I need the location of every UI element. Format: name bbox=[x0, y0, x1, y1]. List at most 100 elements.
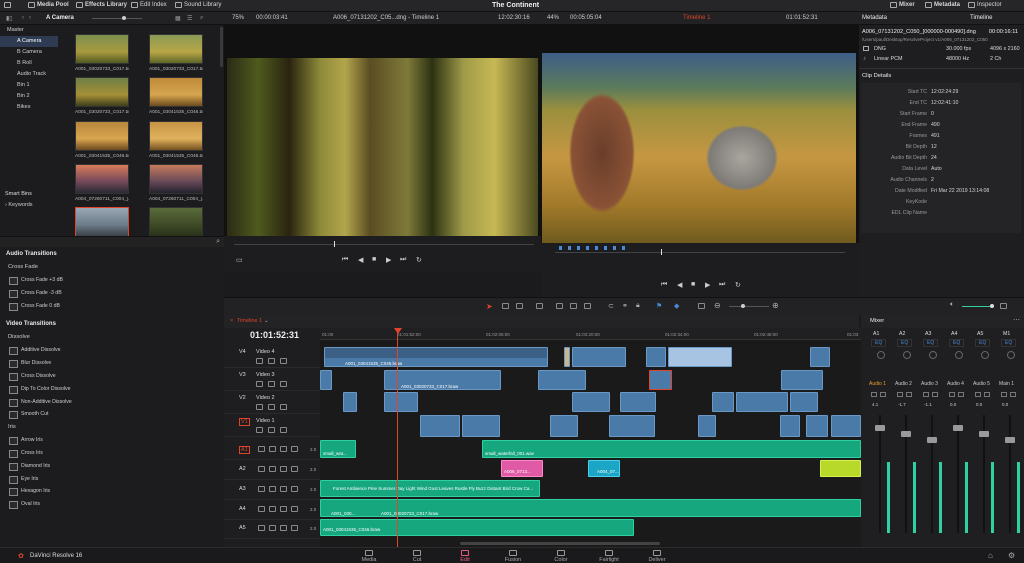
cross-fade-header[interactable]: Cross Fade bbox=[0, 261, 224, 274]
tab-fusion[interactable]: Fusion bbox=[498, 550, 528, 563]
zoom-in-icon[interactable]: ⊕ bbox=[772, 301, 779, 310]
mute-button[interactable] bbox=[871, 392, 877, 397]
mute-button[interactable] bbox=[291, 486, 298, 492]
solo-button[interactable] bbox=[280, 486, 287, 492]
fader-handle[interactable] bbox=[1005, 437, 1015, 443]
playhead[interactable] bbox=[397, 328, 398, 547]
tab-media[interactable]: Media bbox=[354, 550, 384, 563]
auto-select-icon[interactable] bbox=[269, 446, 276, 452]
metadata-button[interactable]: Metadata bbox=[925, 2, 960, 8]
auto-select-icon[interactable] bbox=[268, 404, 275, 410]
video-toggle-icon[interactable] bbox=[280, 404, 287, 410]
search-icon[interactable]: ⌕ bbox=[216, 238, 220, 246]
solo-button[interactable] bbox=[958, 392, 964, 397]
track-header[interactable]: A1 2.0 bbox=[224, 441, 320, 460]
master-volume-slider[interactable] bbox=[962, 304, 994, 308]
effect-item[interactable]: Hexagon Iris bbox=[0, 485, 224, 498]
effect-item[interactable]: Blur Dissolve bbox=[0, 357, 224, 370]
video-clip[interactable] bbox=[462, 415, 500, 437]
solo-button[interactable] bbox=[984, 392, 990, 397]
zoom-out-icon[interactable]: ⊖ bbox=[714, 301, 721, 310]
list-view-icon[interactable]: ▦ bbox=[175, 15, 181, 22]
video-toggle-icon[interactable] bbox=[280, 381, 287, 387]
next-frame-icon[interactable]: ⏭ bbox=[719, 281, 725, 289]
sound-library-button[interactable]: Sound Library bbox=[175, 2, 221, 8]
timeline-zoom-slider[interactable] bbox=[729, 304, 769, 308]
bin-b-camera[interactable]: B Camera bbox=[0, 47, 58, 58]
pan-knob[interactable] bbox=[929, 351, 937, 359]
snapping-icon[interactable]: ⊂ bbox=[608, 302, 614, 310]
clip-thumbnail[interactable]: A001_03041535_C046.br... bbox=[75, 121, 129, 165]
video-clip[interactable] bbox=[790, 392, 818, 412]
video-clip[interactable] bbox=[609, 415, 655, 437]
clip-thumbnail[interactable]: A004_07260711_C004_[... bbox=[149, 164, 203, 208]
solo-button[interactable] bbox=[880, 392, 886, 397]
audio-transitions-header[interactable]: Audio Transitions bbox=[0, 247, 224, 261]
clip-thumbnail[interactable]: A004_07260711_C004_[... bbox=[75, 164, 129, 208]
solo-button[interactable] bbox=[280, 506, 287, 512]
video-clip[interactable] bbox=[736, 392, 788, 412]
video-clip[interactable] bbox=[810, 347, 830, 367]
clip-details-header[interactable]: Clip Details bbox=[862, 73, 891, 79]
mute-button[interactable] bbox=[291, 506, 298, 512]
trim-tool-icon[interactable] bbox=[502, 303, 509, 309]
video-clip[interactable] bbox=[384, 392, 418, 412]
viewer-options-icon[interactable]: ▭ bbox=[236, 256, 243, 264]
bin-a-camera[interactable]: A Camera bbox=[0, 36, 58, 47]
timeline-zoom[interactable]: 44% bbox=[547, 15, 559, 21]
pan-knob[interactable] bbox=[981, 351, 989, 359]
stop-icon[interactable]: ■ bbox=[691, 281, 695, 288]
pan-knob[interactable] bbox=[903, 351, 911, 359]
insert-clip-icon[interactable] bbox=[556, 303, 563, 309]
lock-icon[interactable] bbox=[258, 446, 265, 452]
audio-clip[interactable]: A006_0713... bbox=[501, 460, 543, 477]
effects-library-button[interactable]: Effects Library bbox=[76, 2, 127, 8]
audio-clip[interactable]: small_wat... bbox=[320, 440, 356, 458]
mute-button[interactable] bbox=[923, 392, 929, 397]
overwrite-clip-icon[interactable] bbox=[570, 303, 577, 309]
pan-knob[interactable] bbox=[877, 351, 885, 359]
bin-b-roll[interactable]: B Roll bbox=[0, 58, 58, 69]
bin-audio-track[interactable]: Audio Track bbox=[0, 69, 58, 80]
audio-meter-icon[interactable] bbox=[1000, 303, 1007, 309]
auto-select-icon[interactable] bbox=[269, 466, 276, 472]
play-icon[interactable]: ▶ bbox=[386, 256, 391, 264]
effect-item[interactable]: Cross Iris bbox=[0, 447, 224, 460]
thumbnail-size-slider[interactable] bbox=[92, 16, 142, 20]
lock-icon[interactable] bbox=[258, 486, 265, 492]
tab-fairlight[interactable]: Fairlight bbox=[594, 550, 624, 563]
thumbnails-scrollbar[interactable] bbox=[220, 27, 223, 67]
dissolve-header[interactable]: Dissolve bbox=[0, 331, 224, 344]
video-clip[interactable] bbox=[572, 347, 626, 367]
source-clip-name[interactable]: A006_07131202_C05...dng - Timeline 1 bbox=[333, 15, 439, 21]
effect-item[interactable]: Dip To Color Dissolve bbox=[0, 383, 224, 396]
video-clip[interactable] bbox=[698, 415, 716, 437]
prev-frame-icon[interactable]: ⏮ bbox=[342, 256, 348, 264]
video-clip[interactable] bbox=[343, 392, 357, 412]
timeline-horizontal-scrollbar[interactable] bbox=[460, 542, 660, 545]
track-header[interactable]: A2 2.0 bbox=[224, 461, 320, 480]
audio-clip[interactable]: small_waterfall_001.wav bbox=[482, 440, 861, 458]
video-toggle-icon[interactable] bbox=[280, 427, 287, 433]
solo-button[interactable] bbox=[280, 525, 287, 531]
tab-cut[interactable]: Cut bbox=[402, 550, 432, 563]
gear-icon[interactable]: ⚙ bbox=[1008, 551, 1015, 560]
bin-1[interactable]: Bin 1 bbox=[0, 80, 58, 91]
audio-clip[interactable]: Forest Ambience Pine Summer Day Light Wi… bbox=[320, 480, 540, 497]
video-transitions-header[interactable]: Video Transitions bbox=[0, 317, 224, 331]
clip-thumbnail[interactable]: A001_03020733_C017.br... bbox=[149, 34, 203, 78]
video-clip[interactable] bbox=[831, 415, 861, 437]
video-clip[interactable] bbox=[538, 370, 586, 390]
mute-button[interactable] bbox=[291, 446, 298, 452]
auto-select-icon[interactable] bbox=[268, 381, 275, 387]
video-clip[interactable] bbox=[649, 370, 672, 390]
pan-knob[interactable] bbox=[1007, 351, 1015, 359]
effect-item[interactable]: Diamond Iris bbox=[0, 460, 224, 473]
solo-button[interactable] bbox=[280, 466, 287, 472]
effect-item[interactable]: Oval Iris bbox=[0, 498, 224, 511]
video-toggle-icon[interactable] bbox=[280, 358, 287, 364]
lock-icon[interactable] bbox=[256, 358, 263, 364]
loop-icon[interactable]: ↻ bbox=[735, 281, 741, 289]
effect-item[interactable]: Arrow Iris bbox=[0, 434, 224, 447]
reverse-play-icon[interactable]: ◀ bbox=[358, 256, 363, 264]
